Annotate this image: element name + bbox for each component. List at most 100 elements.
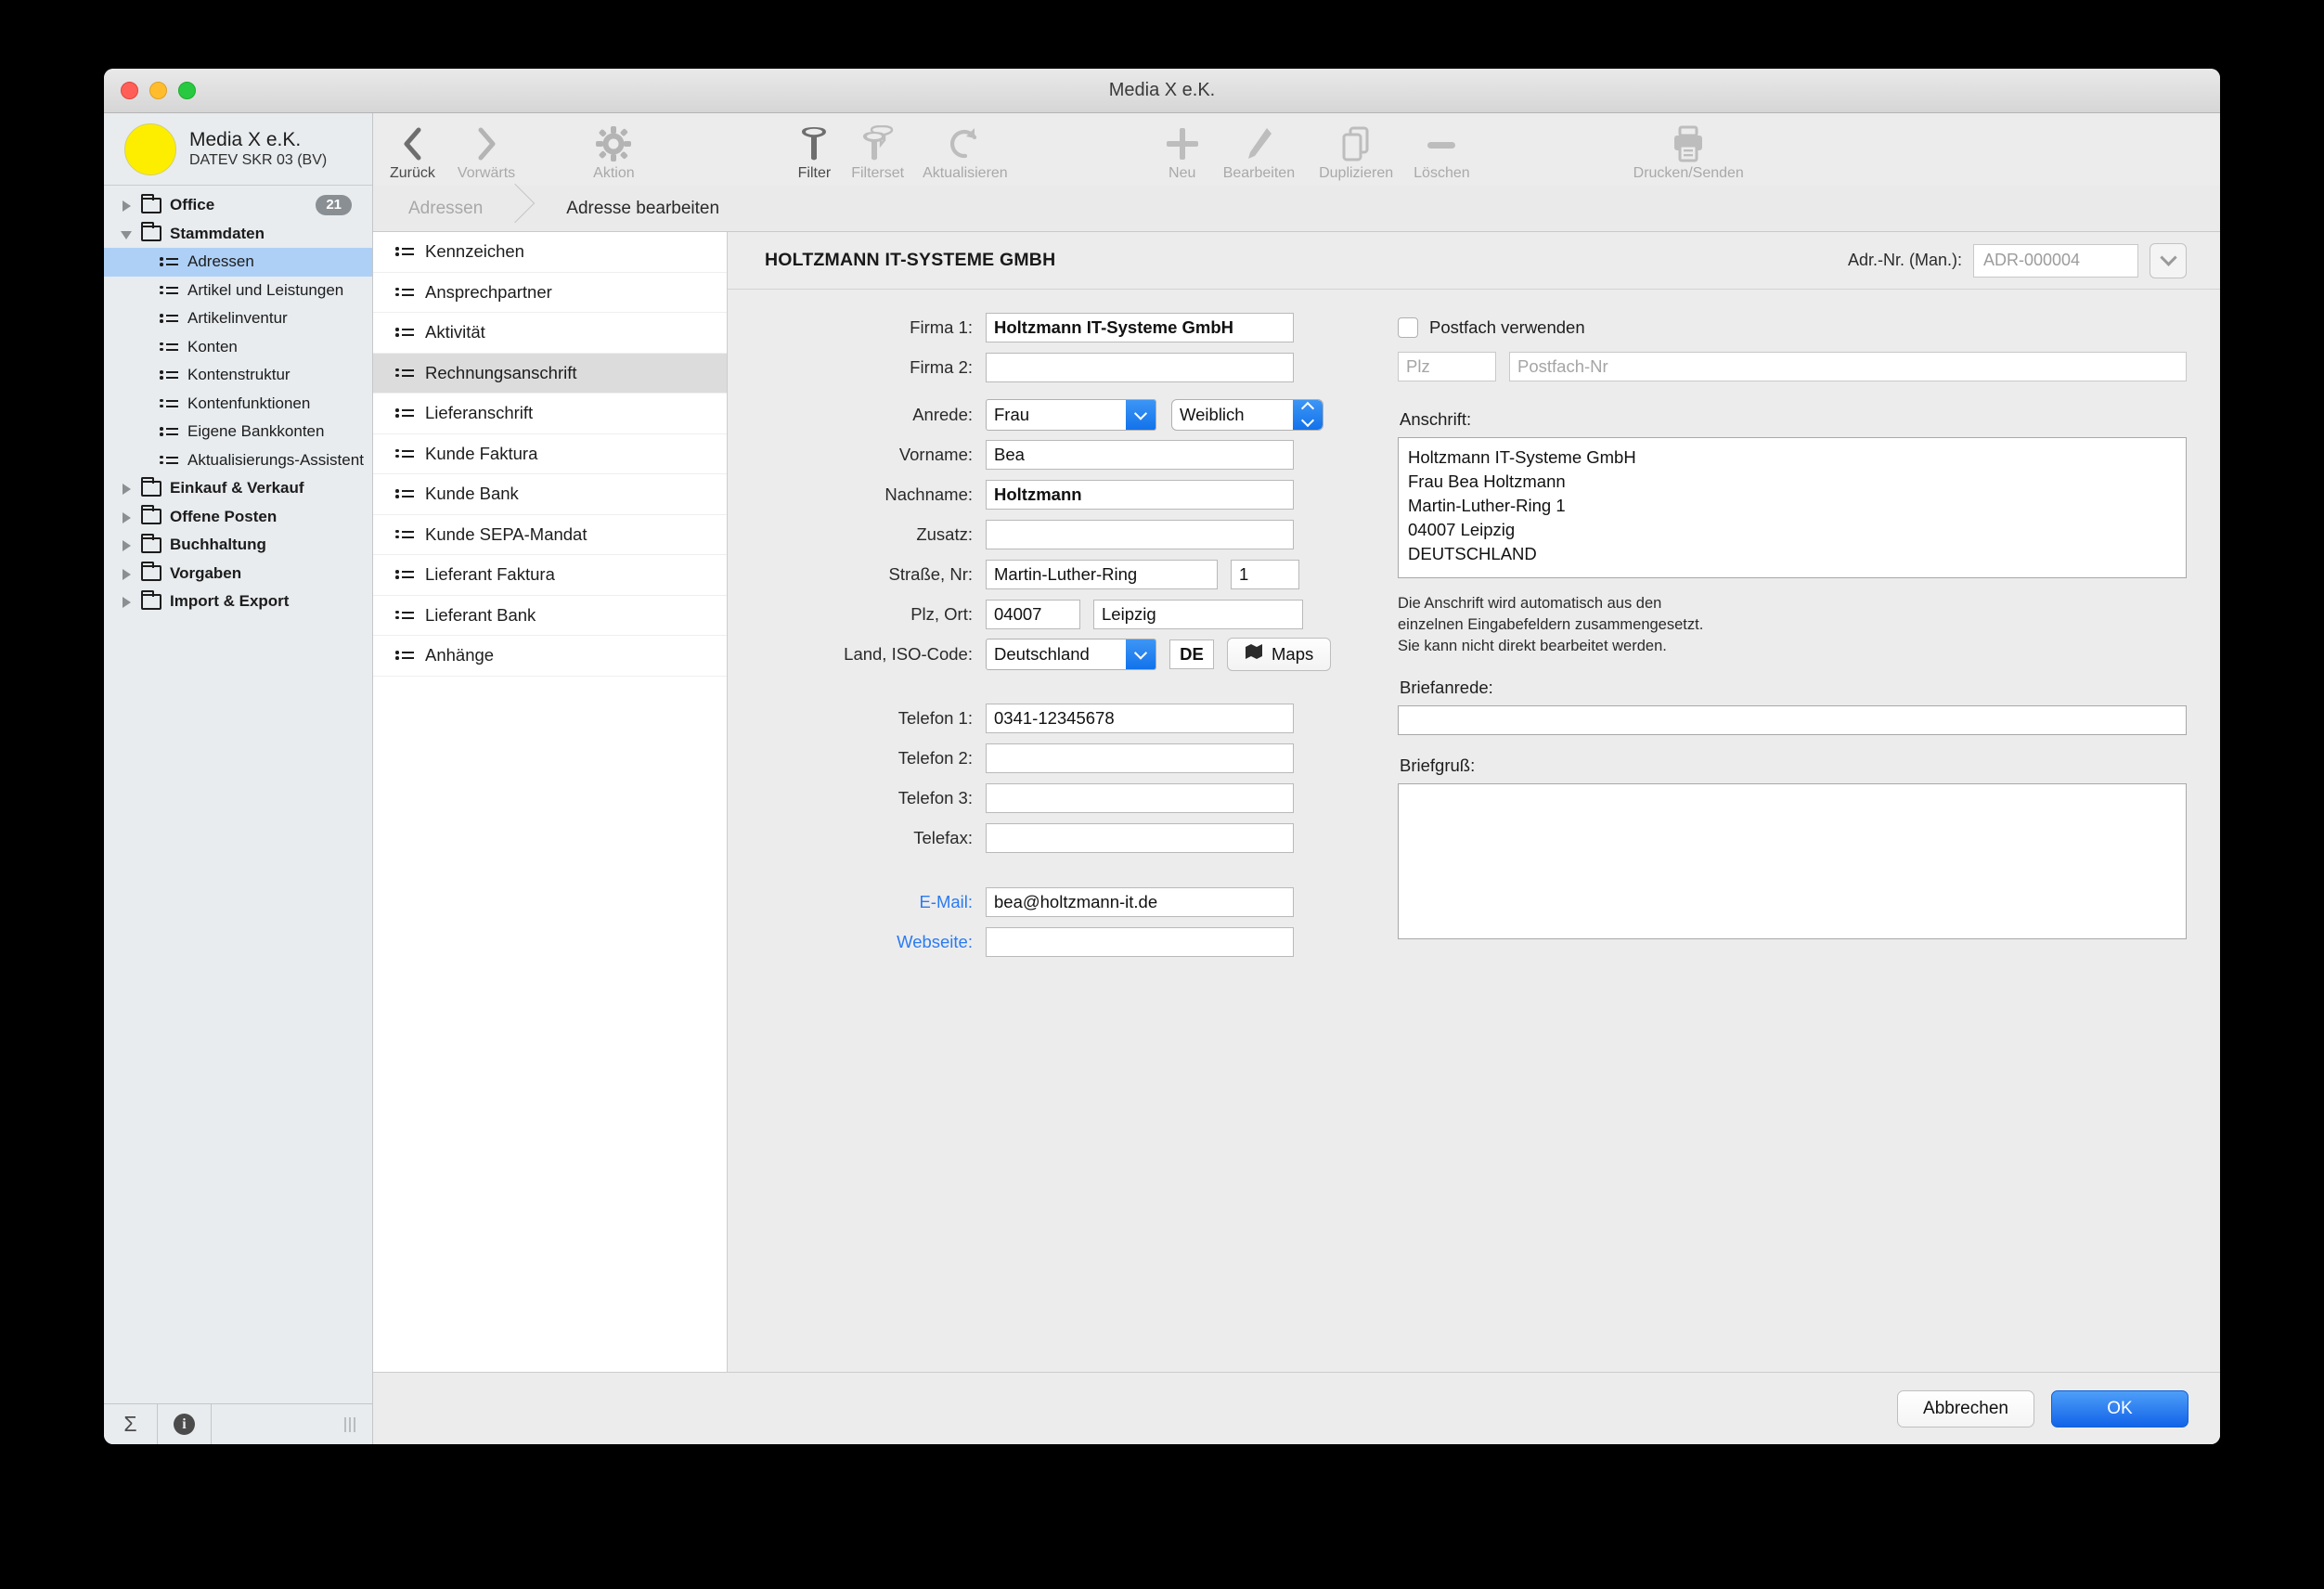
postfach-checkbox-row[interactable]: Postfach verwenden [1398,312,2187,342]
folder-icon [141,505,161,525]
field-telefon2: Telefon 2: [728,743,1368,773]
zusatz-input[interactable] [986,519,1294,549]
tab-lieferant-faktura[interactable]: Lieferant Faktura [373,555,727,596]
toolbar: Zurück Vorwärts Aktion Filter Filterset … [373,113,2220,186]
chevron-right-icon[interactable] [121,567,134,580]
adrnr-input[interactable]: ADR-000004 [1973,243,2138,278]
email-input[interactable]: bea@holtzmann-it.de [986,886,1294,917]
sidebar-item-aktualisierungs-assistent[interactable]: Aktualisierungs-Assistent [104,446,372,475]
field-telefon1: Telefon 1: 0341-12345678 [728,703,1368,733]
folder-icon [141,533,161,553]
sidebar-item-label: Kontenfunktionen [187,394,311,412]
postfach-checkbox-label: Postfach verwenden [1429,317,1585,337]
tab-kunde-sepa-mandat[interactable]: Kunde SEPA-Mandat [373,515,727,555]
postfach-nr-input[interactable]: Postfach-Nr [1509,352,2187,381]
chevron-right-icon[interactable] [121,482,134,496]
ort-input[interactable]: Leipzig [1093,599,1303,629]
webseite-label[interactable]: Webseite: [728,932,986,952]
cancel-button[interactable]: Abbrechen [1897,1389,2034,1428]
toolbar-label: Bearbeiten [1222,165,1296,181]
toolbar-edit-button[interactable]: Bearbeiten [1223,124,1295,182]
toolbar-print-send-button[interactable]: Drucken/Senden [1633,124,1744,182]
list-icon [160,454,178,467]
toolbar-action-button[interactable]: Aktion [593,124,635,182]
tab-label: Kunde Faktura [425,443,538,463]
toolbar-new-button[interactable]: Neu [1166,124,1199,182]
sidebar-item-label: Adressen [187,252,254,271]
toolbar-filterset-button[interactable]: Filterset [851,124,904,182]
sidebar-item-office[interactable]: Office 21 [104,191,372,220]
webseite-input[interactable] [986,926,1294,957]
chevron-right-icon[interactable] [121,199,134,213]
firma2-input[interactable] [986,352,1294,382]
toolbar-back-button[interactable]: Zurück [390,124,435,182]
vorname-input[interactable]: Bea [986,439,1294,470]
sum-button[interactable]: Σ [104,1404,158,1444]
chevron-down-icon[interactable] [1126,399,1156,430]
tab-rechnungsanschrift[interactable]: Rechnungsanschrift [373,353,727,394]
resize-grip-icon[interactable] [344,1417,355,1432]
sidebar-item-stammdaten[interactable]: Stammdaten [104,220,372,249]
info-button[interactable]: i [158,1404,212,1444]
tab-anhaenge[interactable]: Anhänge [373,636,727,677]
sidebar-item-konten[interactable]: Konten [104,333,372,362]
sidebar-item-offene-posten[interactable]: Offene Posten [104,503,372,532]
sidebar-item-artikel-und-leistungen[interactable]: Artikel und Leistungen [104,277,372,305]
firma1-input[interactable]: Holtzmann IT-Systeme GmbH [986,312,1294,342]
briefgruss-textarea[interactable] [1398,783,2187,939]
chevron-down-icon[interactable] [1126,639,1156,669]
telefon3-input[interactable] [986,782,1294,813]
hausnummer-input[interactable]: 1 [1231,559,1299,589]
postfach-plz-input[interactable]: Plz [1398,352,1496,381]
tab-kunde-faktura[interactable]: Kunde Faktura [373,434,727,474]
sidebar-item-buchhaltung[interactable]: Buchhaltung [104,531,372,560]
sidebar-item-vorgaben[interactable]: Vorgaben [104,560,372,588]
tab-ansprechpartner[interactable]: Ansprechpartner [373,273,727,313]
toolbar-forward-button[interactable]: Vorwärts [458,124,515,182]
email-label[interactable]: E-Mail: [728,892,986,912]
tab-lieferanschrift[interactable]: Lieferanschrift [373,394,727,434]
sidebar-item-einkauf-verkauf[interactable]: Einkauf & Verkauf [104,474,372,503]
sidebar-item-artikelinventur[interactable]: Artikelinventur [104,304,372,333]
chevron-right-icon[interactable] [121,538,134,552]
sidebar-item-kontenfunktionen[interactable]: Kontenfunktionen [104,390,372,419]
field-label: Telefon 1: [897,707,973,728]
chevron-down-icon[interactable] [121,227,134,240]
tab-kennzeichen[interactable]: Kennzeichen [373,232,727,273]
chevron-right-icon[interactable] [121,595,134,609]
tab-kunde-bank[interactable]: Kunde Bank [373,474,727,515]
strasse-input[interactable]: Martin-Luther-Ring [986,559,1218,589]
toolbar-duplicate-button[interactable]: Duplizieren [1319,124,1393,182]
postfach-checkbox[interactable] [1398,317,1418,338]
breadcrumb-item-adressen[interactable]: Adressen [373,186,507,231]
briefanrede-input[interactable] [1398,705,2187,735]
land-select[interactable]: Deutschland [986,638,1156,670]
tab-lieferant-bank[interactable]: Lieferant Bank [373,596,727,636]
tab-aktivitaet[interactable]: Aktivität [373,313,727,354]
anrede-select[interactable]: Frau [986,398,1156,431]
sidebar-item-label: Einkauf & Verkauf [170,479,304,497]
sidebar-footer: Σ i [104,1403,372,1444]
stepper-arrows-icon[interactable] [1293,399,1323,430]
plz-input[interactable]: 04007 [986,599,1080,629]
telefon2-input[interactable] [986,743,1294,773]
adrnr-dropdown-button[interactable] [2150,242,2187,278]
telefax-input[interactable] [986,822,1294,853]
toolbar-refresh-button[interactable]: Aktualisieren [923,124,1008,182]
sidebar-header[interactable]: Media X e.K. DATEV SKR 03 (BV) [104,113,372,186]
iso-code-input[interactable]: DE [1169,639,1214,669]
toolbar-delete-button[interactable]: Löschen [1414,124,1470,182]
field-label: Firma 1: [910,317,973,337]
sidebar-item-import-export[interactable]: Import & Export [104,588,372,616]
maps-button[interactable]: Maps [1227,637,1332,671]
toolbar-filter-button[interactable]: Filter [798,124,831,182]
sidebar-item-adressen[interactable]: Adressen [104,248,372,277]
sidebar-item-eigene-bankkonten[interactable]: Eigene Bankkonten [104,418,372,446]
nachname-input[interactable]: Holtzmann [986,479,1294,510]
telefon1-input[interactable]: 0341-12345678 [986,703,1294,733]
ok-button[interactable]: OK [2051,1389,2188,1428]
chevron-right-icon[interactable] [121,510,134,523]
sidebar-item-kontenstruktur[interactable]: Kontenstruktur [104,361,372,390]
geschlecht-stepper[interactable]: Weiblich [1171,398,1323,431]
sidebar-item-label: Office [170,196,215,214]
